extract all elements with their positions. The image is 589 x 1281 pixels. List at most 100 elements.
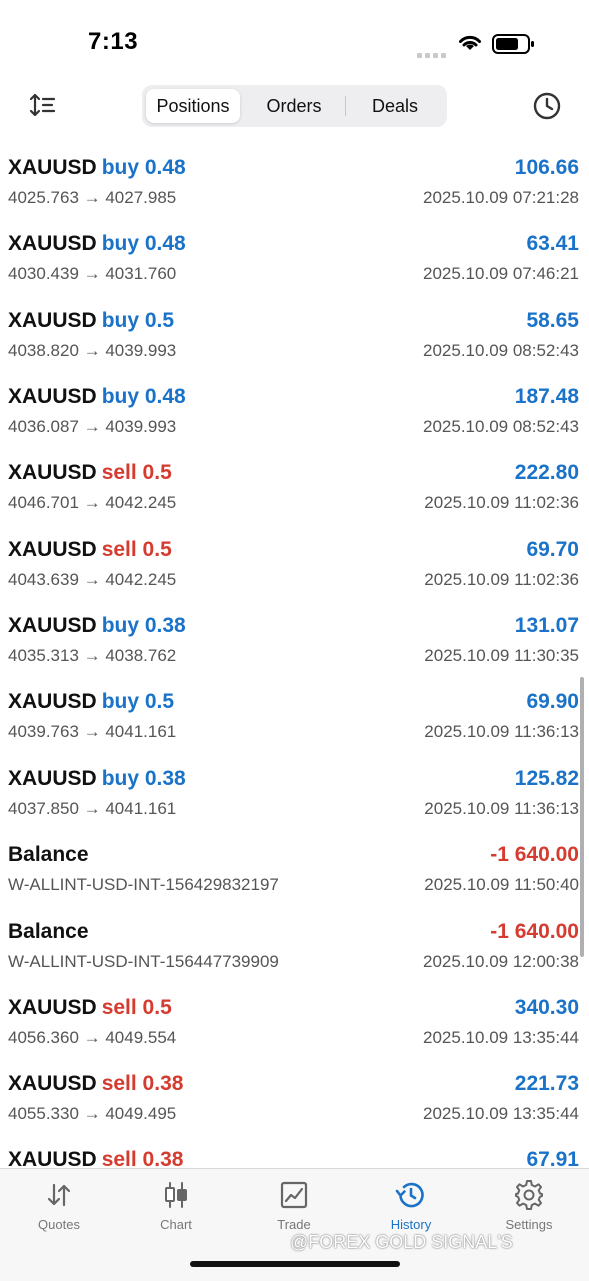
transaction-id: W-ALLINT-USD-INT-156429832197: [8, 875, 279, 894]
list-item[interactable]: XAUUSD buy 0.48 106.66 4025.763 → 4027.98…: [0, 156, 589, 232]
balance-amount: -1 640.00: [490, 920, 579, 943]
price-detail: 4055.330 → 4049.495: [8, 1104, 177, 1123]
segment-orders[interactable]: Orders: [245, 89, 343, 123]
trade-direction: buy 0.48: [101, 385, 186, 408]
cellular-signal-icon: [417, 45, 449, 63]
segment-deals[interactable]: Deals: [347, 89, 443, 123]
scrollbar[interactable]: [580, 677, 584, 957]
timestamp: 2025.10.09 11:50:40: [424, 875, 579, 894]
tab-label: History: [390, 1217, 432, 1232]
list-item[interactable]: XAUUSD buy 0.5 58.65 4038.820 → 4039.993 …: [0, 309, 589, 385]
list-item[interactable]: XAUUSD buy 0.38 131.07 4035.313 → 4038.76…: [0, 614, 589, 690]
tab-settings[interactable]: Settings: [484, 1179, 574, 1239]
profit-value: 221.73: [514, 1072, 579, 1095]
symbol: XAUUSD: [8, 614, 97, 637]
timestamp: 2025.10.09 12:00:38: [423, 952, 579, 971]
timestamp: 2025.10.09 08:52:43: [423, 417, 579, 436]
list-item[interactable]: XAUUSD buy 0.48 63.41 4030.439 → 4031.760…: [0, 232, 589, 308]
trade-direction: buy 0.38: [101, 614, 186, 637]
symbol: XAUUSD: [8, 232, 97, 255]
symbol: XAUUSD: [8, 461, 97, 484]
tab-label: Chart: [160, 1217, 192, 1232]
trade-direction: sell 0.5: [101, 538, 172, 561]
clock-icon[interactable]: [531, 90, 563, 122]
tab-label: Settings: [505, 1217, 553, 1232]
symbol: XAUUSD: [8, 1148, 97, 1168]
segment-divider: [345, 96, 346, 116]
sort-icon[interactable]: [28, 90, 58, 120]
segmented-control: Positions Orders Deals: [142, 85, 447, 127]
history-list[interactable]: XAUUSD buy 0.48 106.66 4025.763 → 4027.98…: [0, 132, 589, 1168]
list-item[interactable]: XAUUSD sell 0.5 222.80 4046.701 → 4042.24…: [0, 461, 589, 537]
gear-icon: [515, 1180, 543, 1210]
segment-positions[interactable]: Positions: [146, 89, 240, 123]
trade-direction: buy 0.38: [101, 767, 186, 790]
balance-amount: -1 640.00: [490, 843, 579, 866]
profit-value: 340.30: [514, 996, 579, 1019]
toolbar: Positions Orders Deals: [0, 80, 589, 132]
tab-history[interactable]: History: [366, 1179, 456, 1239]
balance-title: Balance: [8, 920, 89, 943]
home-indicator[interactable]: [190, 1261, 400, 1267]
price-detail: 4043.639 → 4042.245: [8, 570, 177, 589]
price-detail: 4046.701 → 4042.245: [8, 493, 177, 512]
symbol: XAUUSD: [8, 156, 97, 179]
balance-title: Balance: [8, 843, 89, 866]
list-item-balance[interactable]: Balance -1 640.00 W-ALLINT-USD-INT-15644…: [0, 920, 589, 996]
trade-direction: sell 0.5: [101, 996, 172, 1019]
history-clock-icon: [395, 1182, 424, 1208]
trade-direction: buy 0.5: [101, 309, 175, 332]
wifi-icon: [459, 35, 481, 50]
timestamp: 2025.10.09 11:36:13: [424, 799, 579, 818]
timestamp: 2025.10.09 11:02:36: [424, 493, 579, 512]
price-detail: 4036.087 → 4039.993: [8, 417, 177, 436]
timestamp: 2025.10.09 11:36:13: [424, 722, 579, 741]
tab-trade[interactable]: Trade: [249, 1179, 339, 1239]
symbol: XAUUSD: [8, 767, 97, 790]
price-detail: 4038.820 → 4039.993: [8, 341, 177, 360]
trade-direction: sell 0.38: [101, 1148, 184, 1168]
list-item[interactable]: XAUUSD sell 0.5 69.70 4043.639 → 4042.245…: [0, 538, 589, 614]
timestamp: 2025.10.09 11:30:35: [424, 646, 579, 665]
price-detail: 4030.439 → 4031.760: [8, 264, 177, 283]
price-detail: 4025.763 → 4027.985: [8, 188, 177, 207]
list-item[interactable]: XAUUSD sell 0.38 221.73 4055.330 → 4049.4…: [0, 1072, 589, 1148]
trade-direction: buy 0.48: [101, 232, 186, 255]
symbol: XAUUSD: [8, 538, 97, 561]
list-item[interactable]: XAUUSD sell 0.5 340.30 4056.360 → 4049.55…: [0, 996, 589, 1072]
list-item[interactable]: XAUUSD sell 0.38 67.91: [0, 1148, 589, 1168]
list-item[interactable]: XAUUSD buy 0.48 187.48 4036.087 → 4039.99…: [0, 385, 589, 461]
symbol: XAUUSD: [8, 996, 97, 1019]
timestamp: 2025.10.09 07:21:28: [423, 188, 579, 207]
profit-value: 67.91: [526, 1148, 579, 1168]
tab-label: Quotes: [38, 1217, 80, 1232]
profit-value: 106.66: [514, 156, 579, 179]
trade-line-chart-icon: [280, 1181, 308, 1209]
price-detail: 4039.763 → 4041.161: [8, 722, 177, 741]
price-detail: 4056.360 → 4049.554: [8, 1028, 177, 1047]
tab-chart[interactable]: Chart: [131, 1179, 221, 1239]
tab-quotes[interactable]: Quotes: [14, 1179, 104, 1239]
profit-value: 131.07: [514, 614, 579, 637]
profit-value: 69.70: [526, 538, 579, 561]
quotes-arrows-icon: [47, 1183, 71, 1207]
list-item[interactable]: XAUUSD buy 0.5 69.90 4039.763 → 4041.161 …: [0, 690, 589, 766]
symbol: XAUUSD: [8, 690, 97, 713]
battery-icon: [492, 34, 534, 54]
list-item-balance[interactable]: Balance -1 640.00 W-ALLINT-USD-INT-15642…: [0, 843, 589, 919]
timestamp: 2025.10.09 07:46:21: [423, 264, 579, 283]
profit-value: 69.90: [526, 690, 579, 713]
trade-direction: sell 0.38: [101, 1072, 184, 1095]
candlestick-chart-icon: [165, 1182, 187, 1208]
trade-direction: sell 0.5: [101, 461, 172, 484]
list-item[interactable]: XAUUSD buy 0.38 125.82 4037.850 → 4041.16…: [0, 767, 589, 843]
profit-value: 125.82: [514, 767, 579, 790]
timestamp: 2025.10.09 08:52:43: [423, 341, 579, 360]
status-time: 7:13: [88, 28, 139, 55]
timestamp: 2025.10.09 13:35:44: [423, 1028, 579, 1047]
profit-value: 63.41: [526, 232, 579, 255]
tab-label: Trade: [277, 1217, 311, 1232]
status-bar: 7:13: [0, 0, 589, 80]
symbol: XAUUSD: [8, 385, 97, 408]
price-detail: 4037.850 → 4041.161: [8, 799, 177, 818]
